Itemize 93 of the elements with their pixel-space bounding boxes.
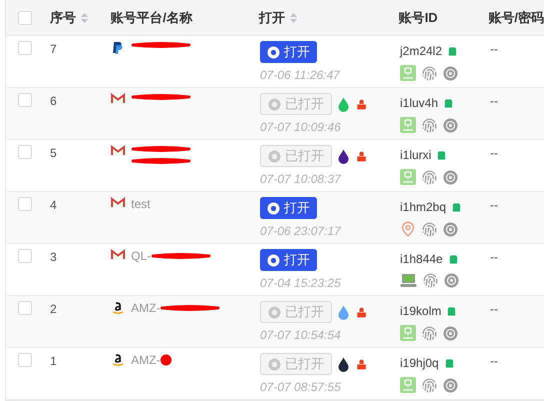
row-checkbox[interactable] [18,249,32,263]
browser-icon [267,46,280,58]
browser-icon [268,98,281,110]
password-value: -- [490,198,498,212]
column-header: 账号ID [398,8,438,27]
password-value: -- [490,250,498,264]
account-id: i1h844e [400,251,443,268]
row-number: 1 [50,354,57,368]
paypal-logo-icon [111,41,125,55]
target-icon [443,326,458,340]
column-header: 账号/密码 [488,8,544,27]
row-number: 4 [50,198,57,212]
account-id: i1lurxi [400,147,432,164]
sort-icon[interactable] [289,12,298,24]
target-icon [443,66,458,80]
browser-icon [267,254,280,266]
open-time: 07-07 10:09:46 [260,119,341,136]
row-checkbox[interactable] [18,145,32,159]
envelope-m-icon [111,249,125,260]
network-icon [400,325,416,341]
account-id: j2m24l2 [400,43,442,60]
target-icon [443,118,458,132]
envelope-m-icon [111,93,125,104]
account-name: AMZ- [131,353,160,367]
target-icon [444,273,459,288]
open-time: 07-07 10:54:54 [260,327,341,344]
row-number: 5 [50,146,57,160]
open-time: 07-07 08:57:55 [260,379,341,396]
open-button[interactable]: 打开 [260,41,317,63]
select-all-checkbox[interactable] [18,10,32,24]
amazon-logo-icon [111,353,125,367]
browser-icon [268,358,281,370]
account-name: test [131,197,150,211]
row-number: 3 [50,250,57,264]
fingerprint-icon [422,222,437,236]
row-checkbox[interactable] [18,93,32,107]
lock-icon [355,150,368,162]
account-name: AMZ- [131,301,160,315]
lock-icon [355,358,368,370]
fingerprint-icon [423,273,438,288]
fingerprint-icon [422,326,437,340]
location-pin-icon [400,221,416,237]
fingerprint-icon [422,170,437,184]
opened-button[interactable]: 已打开 [260,145,332,167]
account-name: QL- [131,249,152,263]
open-button[interactable]: 打开 [260,249,317,271]
row-checkbox[interactable] [18,353,32,367]
account-id: i19kolm [400,303,442,320]
envelope-m-icon [111,145,125,156]
browser-icon [268,150,281,162]
browser-icon [268,306,281,318]
account-id: i1luv4h [400,95,438,112]
fingerprint-icon [422,118,437,132]
open-button[interactable]: 打开 [260,197,317,219]
lock-icon [355,98,368,110]
computer-icon [400,273,417,288]
open-time: 07-06 23:07:17 [260,223,341,240]
browser-icon [267,202,280,214]
password-value: -- [490,302,498,316]
network-icon [400,65,416,81]
password-value: -- [490,354,498,368]
opened-button[interactable]: 已打开 [260,301,332,323]
open-time: 07-04 15:23:25 [260,275,341,292]
column-header: 序号 [50,8,76,27]
lock-icon [355,306,368,318]
open-time: 07-06 11:26:47 [260,67,340,84]
open-time: 07-07 10:08:37 [260,171,341,188]
sort-icon[interactable] [80,12,89,24]
row-number: 7 [50,42,57,56]
row-checkbox[interactable] [18,197,32,211]
row-number: 6 [50,94,57,108]
account-id: i1hm2bq [400,199,446,216]
password-value: -- [490,146,498,160]
row-checkbox[interactable] [18,41,32,55]
fingerprint-icon [422,66,437,80]
target-icon [443,378,458,392]
network-icon [400,377,416,393]
password-value: -- [490,42,498,56]
amazon-logo-icon [111,301,125,315]
network-icon [400,117,416,133]
column-header: 打开 [259,8,286,27]
target-icon [443,222,458,236]
target-icon [443,170,458,184]
fingerprint-icon [422,378,437,392]
row-number: 2 [50,302,57,316]
envelope-m-icon [111,197,125,208]
account-id: i19hj0q [400,355,439,372]
network-icon [400,169,416,185]
opened-button[interactable]: 已打开 [260,353,332,375]
row-checkbox[interactable] [18,301,32,315]
password-value: -- [490,94,498,108]
opened-button[interactable]: 已打开 [260,93,332,115]
column-header: 账号平台/名称 [110,8,192,27]
